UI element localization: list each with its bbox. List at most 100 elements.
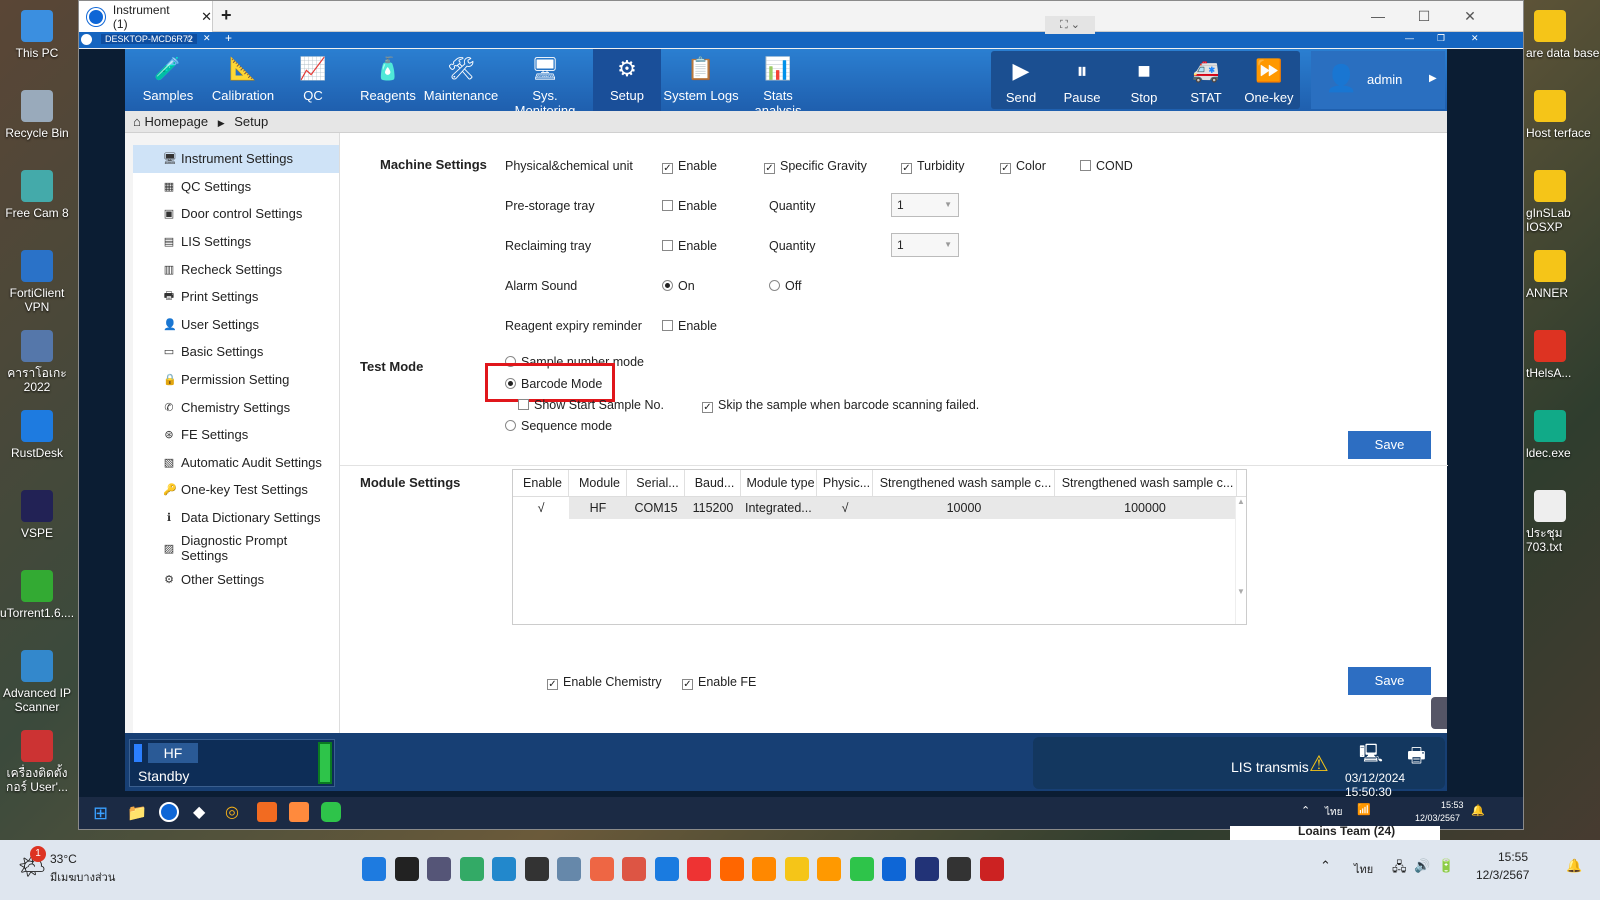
reagent-expiry-checkbox[interactable]: Enable [662, 319, 717, 333]
desktop-icon[interactable]: Recycle Bin [0, 90, 74, 140]
samples-button[interactable]: 🧪 Samples [133, 49, 203, 111]
desktop-icon[interactable]: uTorrent1.6.... [0, 570, 74, 620]
desktop-icon[interactable]: RustDesk [0, 410, 74, 460]
setup-button[interactable]: ⚙ Setup [593, 49, 661, 111]
weather-desc[interactable]: มีเมฆบางส่วน [50, 868, 115, 886]
sidebar-item[interactable]: 🖥 Instrument Settings [133, 145, 339, 173]
sidebar-item[interactable]: ▨ Diagnostic Prompt Settings [133, 531, 339, 565]
outer-tab-instrument[interactable]: Instrument (1) ✕ [79, 1, 213, 32]
col-wash-1[interactable]: Strengthened wash sample c... [873, 470, 1055, 496]
cell-module-type[interactable]: Integrated... [741, 497, 817, 519]
warning-icon[interactable]: ⚠ [1309, 751, 1329, 777]
maintenance-button[interactable]: 🛠 Maintenance [423, 49, 499, 111]
remote-tray-chevron-icon[interactable]: ⌃ [1301, 804, 1310, 817]
inner-close[interactable]: ✕ [1471, 33, 1479, 44]
taskbar-app-icon[interactable] [752, 857, 776, 881]
calibration-button[interactable]: 📐 Calibration [205, 49, 281, 111]
remote-bell-icon[interactable]: 🔔 [1471, 804, 1485, 817]
stats-analysis-button[interactable]: 📊Stats analysis [739, 49, 817, 119]
send-button[interactable]: ▶ Send [993, 51, 1049, 109]
sidebar-item[interactable]: ✆ Chemistry Settings [133, 393, 339, 421]
desktop-icon[interactable]: gInSLab IOSXP [1526, 170, 1600, 234]
alarm-on-radio[interactable]: On [662, 279, 695, 293]
cond-checkbox[interactable]: COND [1080, 159, 1133, 173]
turbidity-checkbox[interactable]: ✓ Turbidity [901, 159, 964, 174]
taskbar-app-icon[interactable] [719, 857, 744, 881]
volume-icon[interactable]: 🔊 [1414, 858, 1430, 874]
taskbar-app-icon[interactable] [557, 857, 581, 881]
enable-fe-checkbox[interactable]: ✓ Enable FE [682, 675, 756, 690]
desktop-icon[interactable]: ประชุม 703.txt [1526, 490, 1600, 554]
col-baud[interactable]: Baud... [685, 470, 741, 496]
desktop-icon[interactable]: Free Cam 8 [0, 170, 74, 220]
close-tab-icon[interactable]: ✕ [201, 9, 212, 25]
one-key-button[interactable]: ⏩ One-key [1239, 51, 1299, 109]
desktop-icon[interactable]: Host terface [1526, 90, 1600, 140]
close-window-button[interactable]: ✕ [1447, 1, 1493, 32]
cell-baud[interactable]: 115200 [685, 497, 741, 519]
taskbar-app-icon[interactable] [362, 857, 386, 881]
inner-close-icon[interactable]: ✕ [203, 33, 211, 44]
remote-line-icon[interactable] [321, 802, 341, 822]
remote-app2-icon[interactable]: ◎ [225, 802, 239, 822]
remote-lang[interactable]: ไทย [1325, 805, 1342, 820]
taskbar-app-icon[interactable] [914, 857, 939, 881]
col-wash-2[interactable]: Strengthened wash sample c... [1055, 470, 1237, 496]
taskbar-app-icon[interactable] [589, 857, 614, 881]
taskbar-app-icon[interactable] [784, 857, 809, 881]
taskbar-app-icon[interactable] [524, 857, 549, 881]
col-serial[interactable]: Serial... [627, 470, 685, 496]
cell-wash-1[interactable]: 10000 [873, 497, 1055, 519]
sidebar-item[interactable]: 🔑 One-key Test Settings [133, 476, 339, 504]
side-panel-handle[interactable] [1431, 697, 1447, 729]
reclaiming-quantity-select[interactable]: 1 ▼ [891, 233, 959, 257]
maximize-button[interactable]: ☐ [1401, 1, 1447, 32]
taskbar-date[interactable]: 12/3/2567 [1476, 868, 1529, 882]
desktop-icon[interactable]: are data base [1526, 10, 1600, 60]
table-scrollbar[interactable]: ▲ ▼ [1235, 497, 1246, 624]
remote-explorer-icon[interactable]: 📁 [127, 803, 147, 823]
color-checkbox[interactable]: ✓ Color [1000, 159, 1046, 174]
taskbar-time[interactable]: 15:55 [1498, 850, 1528, 864]
taskbar-app-icon[interactable] [947, 857, 971, 881]
taskbar-app-icon[interactable] [849, 857, 874, 881]
desktop-icon[interactable]: VSPE [0, 490, 74, 540]
desktop-icon[interactable]: FortiClient VPN [0, 250, 74, 314]
sidebar-item[interactable]: 🖶 Print Settings [133, 283, 339, 311]
col-enable[interactable]: Enable [513, 470, 569, 496]
col-module-type[interactable]: Module type [741, 470, 817, 496]
sidebar-item[interactable]: ⚙ Other Settings [133, 565, 339, 593]
sys-monitoring-button[interactable]: 🖥Sys. Monitoring [501, 49, 589, 119]
new-tab-button[interactable]: + [221, 5, 232, 26]
remote-app-icon[interactable]: ◆ [193, 802, 205, 822]
tray-chevron-icon[interactable]: ⌃ [1320, 858, 1331, 874]
desktop-icon[interactable]: เครื่องติดตั้ง กอร์ User'... [0, 730, 74, 794]
taskbar-app-icon[interactable] [459, 857, 484, 881]
star-icon[interactable]: ☆ [185, 33, 193, 44]
sg-checkbox[interactable]: ✓ Specific Gravity [764, 159, 867, 174]
sidebar-item[interactable]: 👤 User Settings [133, 311, 339, 339]
lis-icon[interactable]: 🖳 [1359, 741, 1383, 771]
taskbar-lang[interactable]: ไทย [1354, 860, 1373, 878]
taskbar-app-icon[interactable] [687, 857, 711, 881]
inner-restore[interactable]: ❐ [1437, 33, 1445, 44]
desktop-icon[interactable]: Advanced IP Scanner [0, 650, 74, 714]
inner-tab-title[interactable]: DESKTOP-MCD6R72 [101, 34, 197, 44]
inner-toolbar-handle[interactable]: ⛶ ⌄ [1045, 16, 1095, 34]
sidebar-item[interactable]: ▣ Door control Settings [133, 200, 339, 228]
battery-icon[interactable]: 🔋 [1438, 858, 1454, 874]
cell-enable[interactable]: √ [513, 497, 569, 519]
cell-serial[interactable]: COM15 [627, 497, 685, 519]
weather-temp[interactable]: 33°C [50, 852, 77, 866]
pause-button[interactable]: ⏸ Pause [1053, 51, 1111, 109]
desktop-icon[interactable]: tHelsA... [1526, 330, 1600, 380]
notification-bell-icon[interactable]: 🔔 [1566, 858, 1582, 874]
desktop-icon[interactable]: ldec.exe [1526, 410, 1600, 460]
col-physic[interactable]: Physic... [817, 470, 873, 496]
taskbar-app-icon[interactable] [394, 857, 419, 881]
sidebar-item[interactable]: ▤ LIS Settings [133, 228, 339, 256]
sidebar-item[interactable]: 🔒 Permission Setting [133, 366, 339, 394]
enable-chemistry-checkbox[interactable]: ✓ Enable Chemistry [547, 675, 662, 690]
show-start-sample-checkbox[interactable]: Show Start Sample No. [518, 398, 664, 412]
network-icon[interactable]: 🖧 [1392, 858, 1407, 880]
